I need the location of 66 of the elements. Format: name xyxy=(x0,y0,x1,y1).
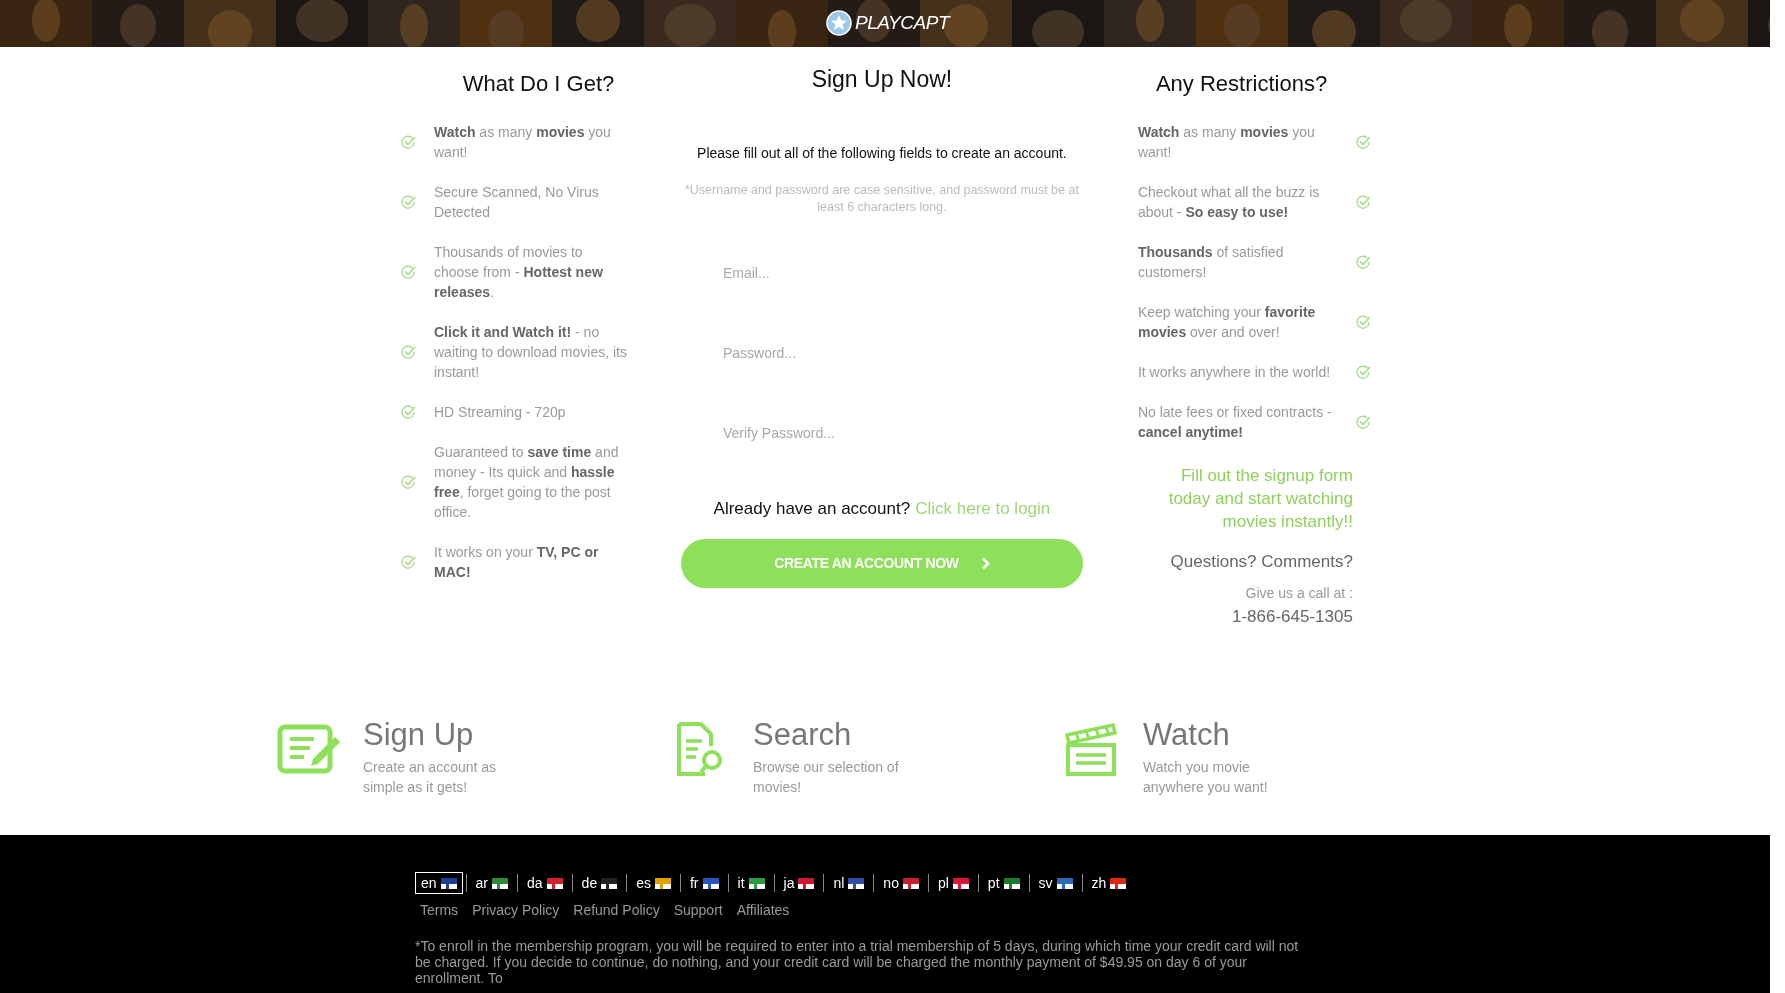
check-icon xyxy=(401,405,416,419)
check-icon xyxy=(1355,255,1371,269)
restriction-text: Watch as many movies you want! xyxy=(1137,123,1316,162)
language-option[interactable]: ja xyxy=(777,872,821,894)
note-text: *Username and password are case sensitive, and password must be at least 6 characters long. xyxy=(683,181,1080,216)
clapperboard-icon xyxy=(1064,721,1118,777)
chevron-right-icon xyxy=(980,557,990,570)
benefit-text: Click it and Watch it! - no waiting to download movies, its instant! xyxy=(434,323,628,382)
check-icon xyxy=(401,135,416,149)
feature-text: Watch you movie anywhere you want! xyxy=(1143,758,1269,797)
restriction-text: No late fees or fixed contracts - cancel anytime! xyxy=(1137,403,1333,442)
restriction-text: Thousands of satisfied customers! xyxy=(1137,243,1285,282)
benefit-text: Watch as many movies you want! xyxy=(434,123,612,162)
restriction-text: Checkout what all the buzz is about - So easy to use! xyxy=(1137,183,1321,222)
check-icon xyxy=(401,265,416,279)
language-option[interactable]: it xyxy=(731,872,771,894)
logo-text[interactable]: PLAYCAPT xyxy=(855,9,950,38)
feature-title: Search xyxy=(753,716,853,754)
footer-link[interactable]: Refund Policy xyxy=(573,900,660,921)
language-option[interactable]: da xyxy=(521,872,569,894)
footer-link[interactable]: Privacy Policy xyxy=(472,900,560,921)
contact-text: Give us a call at : xyxy=(1244,583,1353,603)
language-option[interactable]: nl xyxy=(827,872,871,894)
check-icon xyxy=(401,475,416,489)
benefit-text: HD Streaming - 720p xyxy=(434,403,567,422)
check-icon xyxy=(401,195,416,209)
footer-link[interactable]: Terms xyxy=(420,900,459,921)
language-option[interactable]: en xyxy=(415,872,463,894)
language-option[interactable]: no xyxy=(877,872,925,894)
feature-title: Sign Up xyxy=(363,716,475,754)
language-option[interactable]: zh xyxy=(1085,872,1133,894)
benefit-text: Secure Scanned, No Virus Detected xyxy=(434,183,600,222)
restriction-text: It works anywhere in the world! xyxy=(1137,363,1332,382)
section-heading: What Do I Get? xyxy=(462,70,615,98)
language-option[interactable]: fr xyxy=(684,872,725,894)
feature-title: Watch xyxy=(1143,716,1231,754)
disclaimer-text: *To enroll in the membership program, you will be required to enter into a trial membership of 5 days, during which time your credit card will not be charged. If you decide to continue, do nothing, and your credit card will be charged the monthly payment of $49.95 on day 6 of your enrollment. To xyxy=(415,938,1300,986)
login-prompt: Already have an account? xyxy=(713,497,911,520)
language-option[interactable]: ar xyxy=(469,872,515,894)
benefit-text: Guaranteed to save time and money - Its quick and hassle free, forget going to the post office. xyxy=(434,443,620,522)
signup-heading: Sign Up Now! xyxy=(811,65,953,94)
benefit-text: Thousands of movies to choose from - Hottest new releases. xyxy=(434,243,604,302)
check-icon xyxy=(401,555,416,569)
check-icon xyxy=(1355,415,1371,429)
language-option[interactable]: sv xyxy=(1032,872,1079,894)
footer-link[interactable]: Support xyxy=(673,900,723,921)
star-logo-icon xyxy=(826,10,852,37)
language-option[interactable]: de xyxy=(575,872,624,894)
check-icon xyxy=(1355,365,1371,379)
check-icon xyxy=(1355,135,1371,149)
feature-text: Browse our selection of movies! xyxy=(753,758,900,797)
restriction-text: Keep watching your favorite movies over and over! xyxy=(1137,303,1317,342)
language-option[interactable]: pt xyxy=(981,872,1026,894)
check-icon xyxy=(1355,315,1371,329)
feature-text: Create an account as simple as it gets! xyxy=(363,758,498,797)
contact-heading: Questions? Comments? xyxy=(1169,551,1353,573)
language-option[interactable]: pl xyxy=(931,872,975,894)
benefit-text: It works on your TV, PC or MAC! xyxy=(434,543,600,582)
promo-text: Fill out the signup form today and start watching movies instantly!! xyxy=(1167,465,1353,533)
phone-number: 1-866-645-1305 xyxy=(1230,605,1353,628)
check-icon xyxy=(1355,195,1371,209)
intro-text: Please fill out all of the following fields to create an account. xyxy=(697,143,1067,163)
check-icon xyxy=(401,345,416,359)
footer-link[interactable]: Affiliates xyxy=(736,900,790,921)
section-heading: Any Restrictions? xyxy=(1155,70,1328,98)
language-option[interactable]: es xyxy=(630,872,677,894)
